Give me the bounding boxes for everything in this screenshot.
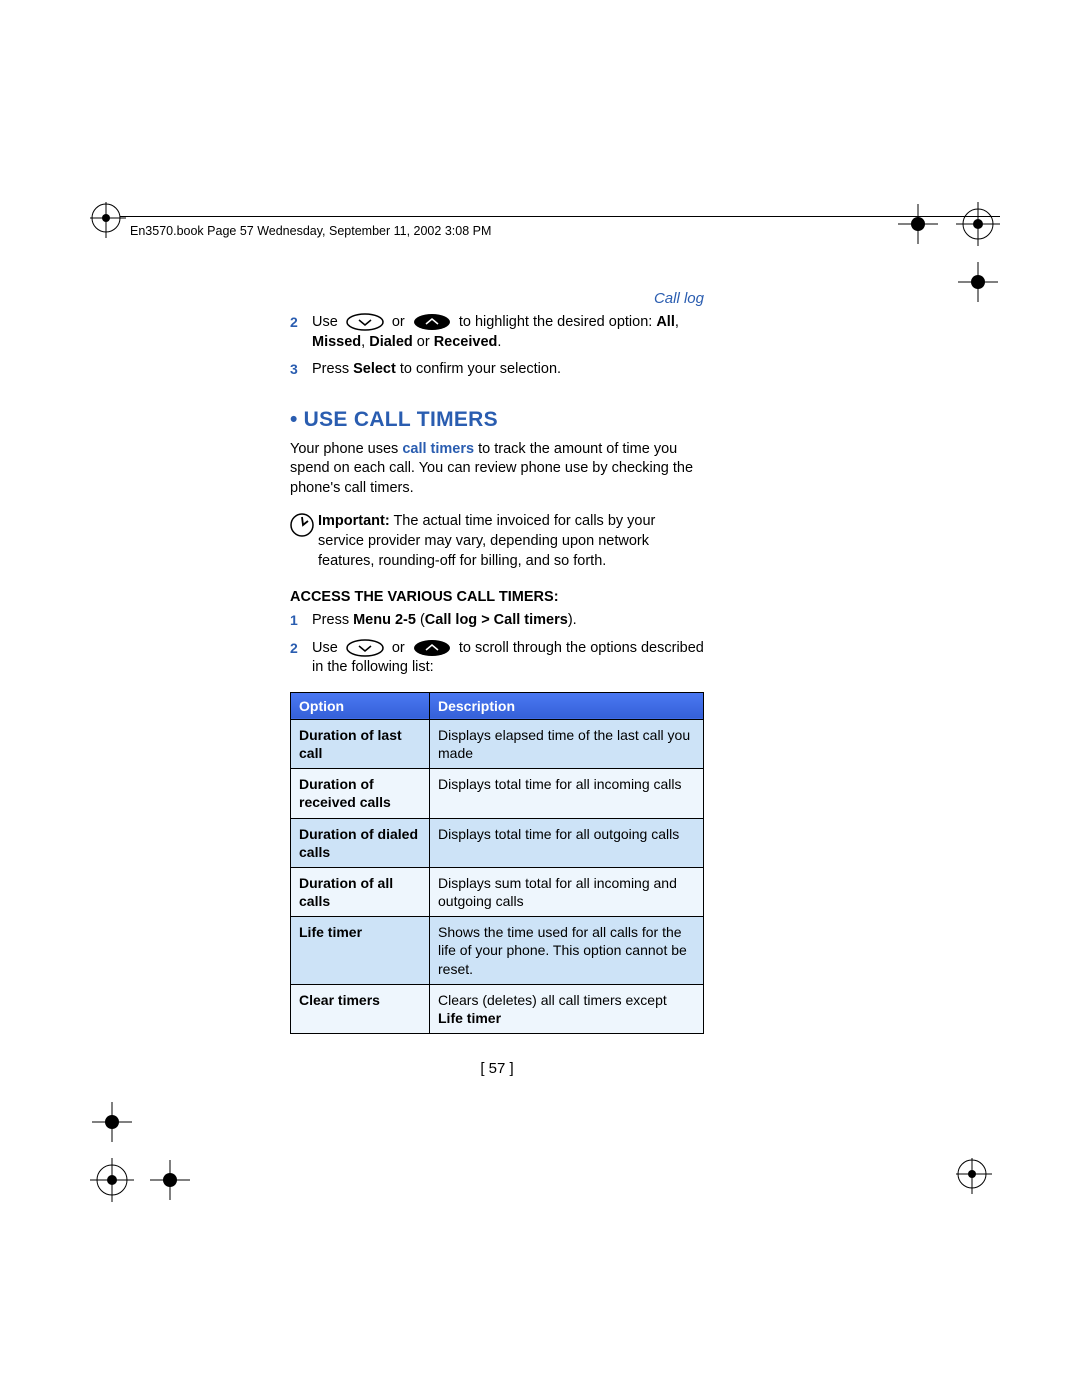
table-row: Duration of all calls Displays sum total… [291,867,704,916]
cell-option: Clear timers [291,984,430,1033]
cell-desc: Displays sum total for all incoming and … [430,867,704,916]
cell-option: Duration of dialed calls [291,818,430,867]
step-2-top: 2 Use or to highlight the desired option… [290,313,704,352]
col-header-description: Description [430,692,704,719]
step-number: 2 [290,639,312,678]
text-bold: All [656,314,675,330]
call-timers-table: Option Description Duration of last call… [290,692,704,1034]
cell-desc: Shows the time used for all calls for th… [430,917,704,985]
text: or [392,314,405,330]
text: , [675,314,679,330]
text-bold: Menu 2-5 [353,612,416,628]
text: Press [312,612,353,628]
text-bold: Missed [312,334,361,350]
step-body: Press Menu 2-5 (Call log > Call timers). [312,611,704,631]
crop-mark-top-right-a-icon [896,202,940,246]
table-row: Duration of dialed calls Displays total … [291,818,704,867]
step-number: 1 [290,611,312,631]
cell-desc: Displays total time for all incoming cal… [430,769,704,818]
text: Press [312,361,353,377]
step-number: 3 [290,360,312,380]
crop-mark-top-left-icon [90,202,134,246]
cell-desc: Displays elapsed time of the last call y… [430,719,704,768]
intro-paragraph: Your phone uses call timers to track the… [290,440,704,499]
step-number: 2 [290,313,312,352]
cell-option: Life timer [291,917,430,985]
up-scroll-icon [412,313,452,331]
step-1-mid: 1 Press Menu 2-5 (Call log > Call timers… [290,611,704,631]
table-row: Clear timers Clears (deletes) all call t… [291,984,704,1033]
important-text: Important: The actual time invoiced for … [318,512,704,571]
cell-option: Duration of last call [291,719,430,768]
link-text: call timers [402,441,474,457]
crop-mark-bottom-left-a-icon [90,1158,134,1202]
text: ). [568,612,577,628]
table-row: Duration of received calls Displays tota… [291,769,704,818]
step-body: Use or to highlight the desired option: … [312,313,704,352]
page-header-text: En3570.book Page 57 Wednesday, September… [130,224,491,238]
table-row: Duration of last call Displays elapsed t… [291,719,704,768]
col-header-option: Option [291,692,430,719]
crop-mark-bottom-right-icon [956,1158,1000,1202]
text-bold: Life timer [438,1010,501,1026]
step-body: Press Select to confirm your selection. [312,360,704,380]
important-icon [290,512,318,571]
down-scroll-icon [345,639,385,657]
step-3-top: 3 Press Select to confirm your selection… [290,360,704,380]
text: to confirm your selection. [396,361,561,377]
text: Use [312,314,338,330]
text: ( [416,612,425,628]
crop-mark-bottom-left-b-icon [148,1158,192,1202]
heading-text: USE CALL TIMERS [304,408,498,431]
text: Use [312,640,338,656]
text: Clears (deletes) all call timers except [438,992,667,1008]
crop-mark-left-lower-icon [90,1100,134,1144]
up-scroll-icon [412,639,452,657]
important-note: Important: The actual time invoiced for … [290,512,704,571]
page-number: [ 57 ] [290,1060,704,1077]
text: or [413,334,434,350]
text-bold: Select [353,361,396,377]
text: to highlight the desired option: [459,314,657,330]
text-bold: Call log > Call timers [425,612,568,628]
table-header-row: Option Description [291,692,704,719]
bullet-icon: • [290,408,298,431]
crop-mark-top-right-b-icon [956,202,1000,246]
step-body: Use or to scroll through the options des… [312,639,704,678]
text: or [392,640,405,656]
header-rule [120,216,1000,217]
cell-desc: Displays total time for all outgoing cal… [430,818,704,867]
cell-option: Duration of received calls [291,769,430,818]
text: . [497,334,501,350]
down-scroll-icon [345,313,385,331]
text-bold: Dialed [369,334,413,350]
running-header: Call log [290,290,704,307]
table-row: Life timer Shows the time used for all c… [291,917,704,985]
step-2-mid: 2 Use or to scroll through the options d… [290,639,704,678]
cell-desc: Clears (deletes) all call timers except … [430,984,704,1033]
text-bold: Received [434,334,498,350]
crop-mark-right-upper-icon [956,260,1000,304]
text-bold: Important: [318,513,390,529]
text: Your phone uses [290,441,402,457]
cell-option: Duration of all calls [291,867,430,916]
subheading-access-timers: ACCESS THE VARIOUS CALL TIMERS: [290,589,704,605]
heading-use-call-timers: • USE CALL TIMERS [290,408,704,432]
